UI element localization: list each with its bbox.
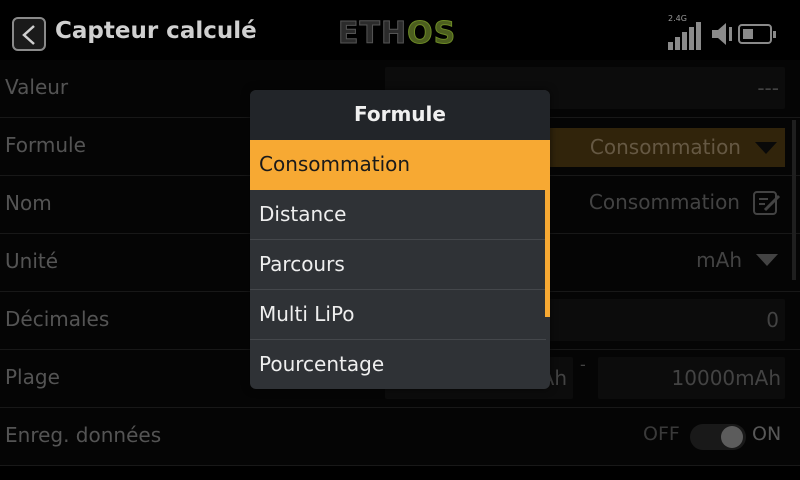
- modal-scrollbar[interactable]: [545, 190, 550, 317]
- formula-picker-modal: Formule Consommation Distance Parcours M…: [250, 90, 550, 389]
- option-parcours[interactable]: Parcours: [250, 240, 546, 290]
- modal-title: Formule: [354, 102, 446, 126]
- option-label: Multi LiPo: [259, 302, 355, 326]
- option-label: Parcours: [259, 252, 345, 276]
- modal-header: Formule: [250, 90, 550, 140]
- header-bar: Capteur calculé ETHOS 2.4G: [0, 0, 800, 60]
- logo-text-os: OS: [407, 16, 457, 52]
- option-multi-lipo[interactable]: Multi LiPo: [250, 290, 546, 340]
- speaker-icon: [712, 23, 732, 45]
- option-label: Distance: [259, 202, 347, 226]
- option-label: Consommation: [259, 152, 411, 176]
- ethos-logo: ETHOS: [337, 16, 457, 52]
- option-label: Pourcentage: [259, 352, 385, 376]
- back-button[interactable]: [12, 17, 46, 51]
- page-title: Capteur calculé: [55, 18, 257, 44]
- battery-icon: [738, 24, 776, 44]
- option-consommation[interactable]: Consommation: [250, 140, 550, 190]
- logo-text-eth: ETH: [337, 16, 408, 52]
- option-distance[interactable]: Distance: [250, 190, 546, 240]
- signal-band-label: 2.4G: [668, 14, 687, 23]
- status-area: 2.4G: [668, 14, 788, 50]
- option-pourcentage[interactable]: Pourcentage: [250, 340, 546, 389]
- chevron-left-icon: [22, 25, 35, 45]
